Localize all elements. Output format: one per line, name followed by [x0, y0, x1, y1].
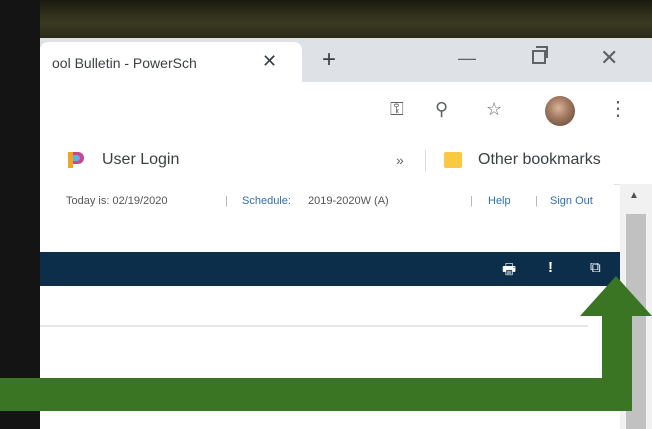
- green-arrow-annotation: [0, 276, 652, 411]
- green-arrow-shape: [0, 276, 652, 411]
